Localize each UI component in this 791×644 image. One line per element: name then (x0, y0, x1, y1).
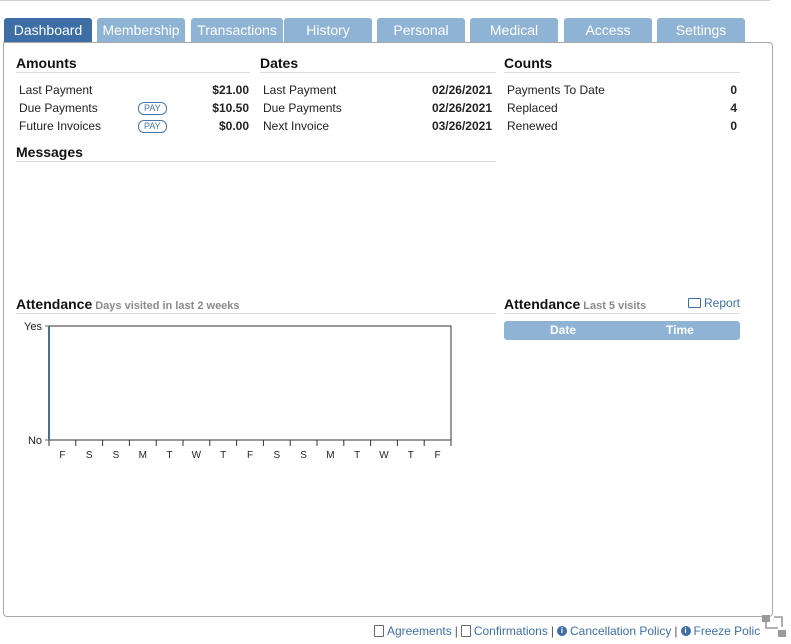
freeze-policy-link[interactable]: i Freeze Polic (680, 624, 761, 638)
tab-access[interactable]: Access (564, 18, 652, 42)
top-divider (0, 0, 770, 1)
attendance-list-title: Attendance (504, 296, 581, 312)
x-tick-label: W (192, 450, 202, 461)
x-tick-label: T (167, 450, 173, 461)
attendance-chart-svg: No Yes F S S M T W T F S S M T W T F (24, 321, 452, 461)
amount-label: Future Invoices (19, 119, 102, 133)
attendance-chart-subtitle: Days visited in last 2 weeks (95, 300, 240, 312)
date-value: 02/26/2021 (431, 83, 492, 97)
tab-transactions[interactable]: Transactions (191, 18, 283, 42)
freeze-policy-label: Freeze Polic (693, 624, 761, 638)
amount-value: $21.00 (212, 83, 249, 97)
cancellation-policy-label: Cancellation Policy (569, 624, 672, 638)
date-label: Last Payment (263, 83, 337, 97)
info-icon: i (680, 625, 691, 636)
tab-membership[interactable]: Membership (97, 18, 185, 42)
x-tick-label: T (408, 450, 414, 461)
footer-separator: | (550, 624, 554, 638)
y-tick-label: No (28, 435, 42, 447)
amounts-heading: Amounts (16, 55, 250, 73)
x-tick-label: F (247, 450, 253, 461)
y-tick-label: Yes (24, 321, 42, 333)
attendance-list-subtitle: Last 5 visits (583, 300, 647, 312)
report-link[interactable]: Report (688, 296, 740, 310)
info-icon: i (556, 625, 567, 636)
x-tick-label: M (139, 450, 147, 461)
confirmations-label: Confirmations (473, 624, 548, 638)
count-value: 0 (730, 119, 737, 133)
count-row-renewed: Renewed 0 (507, 117, 737, 135)
x-tick-label: S (300, 450, 307, 461)
amount-label: Last Payment (19, 83, 93, 97)
footer-links: Agreements | Confirmations | i Cancellation P… (374, 624, 760, 638)
x-tick-label: T (354, 450, 360, 461)
count-label: Payments To Date (507, 83, 605, 97)
footer-separator: | (674, 624, 678, 638)
date-row-last-payment: Last Payment 02/26/2021 (263, 81, 492, 99)
column-time: Time (666, 323, 694, 337)
tab-medical[interactable]: Medical (470, 18, 558, 42)
cancellation-policy-link[interactable]: i Cancellation Policy (556, 624, 672, 638)
tab-personal[interactable]: Personal (377, 18, 465, 42)
footer-separator: | (454, 624, 458, 638)
date-value: 02/26/2021 (431, 101, 492, 115)
count-row-replaced: Replaced 4 (507, 99, 737, 117)
messages-heading: Messages (16, 144, 496, 162)
x-tick-label: S (86, 450, 93, 461)
column-date: Date (550, 323, 577, 337)
amount-row-future-invoices: Future Invoices PAY $0.00 (19, 117, 249, 135)
pdf-icon (460, 624, 471, 637)
amount-label: Due Payments (19, 101, 98, 115)
attendance-list-header: Date Time (504, 321, 740, 340)
pdf-icon (374, 624, 384, 637)
date-label: Due Payments (263, 101, 342, 115)
amount-row-due-payments: Due Payments PAY $10.50 (19, 99, 249, 117)
date-row-next-invoice: Next Invoice 03/26/2021 (263, 117, 492, 135)
report-icon (688, 297, 701, 308)
dates-heading: Dates (260, 55, 496, 73)
pay-future-button[interactable]: PAY (138, 120, 167, 133)
agreements-label: Agreements (387, 624, 452, 638)
count-row-payments-to-date: Payments To Date 0 (507, 81, 737, 99)
x-tick-label: S (113, 450, 120, 461)
x-tick-label: M (326, 450, 334, 461)
date-label: Next Invoice (263, 119, 330, 133)
x-tick-label: W (379, 450, 389, 461)
chart-frame (48, 325, 452, 441)
attendance-chart-heading: Attendance Days visited in last 2 weeks (16, 296, 496, 314)
confirmations-link[interactable]: Confirmations (460, 624, 548, 638)
amount-value: $10.50 (212, 101, 249, 115)
amount-row-last-payment: Last Payment $21.00 (19, 81, 249, 99)
attendance-chart-title: Attendance (16, 296, 93, 312)
tab-dashboard[interactable]: Dashboard (4, 18, 92, 42)
date-row-due-payments: Due Payments 02/26/2021 (263, 99, 492, 117)
tab-settings[interactable]: Settings (657, 18, 745, 42)
amount-value: $0.00 (218, 119, 249, 133)
attendance-chart: No Yes F S S M T W T F S S M T W T F (10, 318, 460, 468)
count-label: Replaced (507, 101, 558, 115)
x-tick-label: S (273, 450, 280, 461)
date-value: 03/26/2021 (431, 119, 492, 133)
count-value: 0 (730, 83, 737, 97)
report-label: Report (704, 296, 741, 310)
x-tick-label: F (435, 450, 441, 461)
pay-due-button[interactable]: PAY (138, 102, 167, 115)
counts-heading: Counts (504, 55, 740, 73)
x-tick-label: F (59, 450, 65, 461)
count-value: 4 (730, 101, 737, 115)
tab-history[interactable]: History (284, 18, 372, 42)
x-tick-label: T (220, 450, 226, 461)
agreements-link[interactable]: Agreements (374, 624, 452, 638)
count-label: Renewed (507, 119, 558, 133)
network-icon[interactable] (760, 612, 790, 642)
